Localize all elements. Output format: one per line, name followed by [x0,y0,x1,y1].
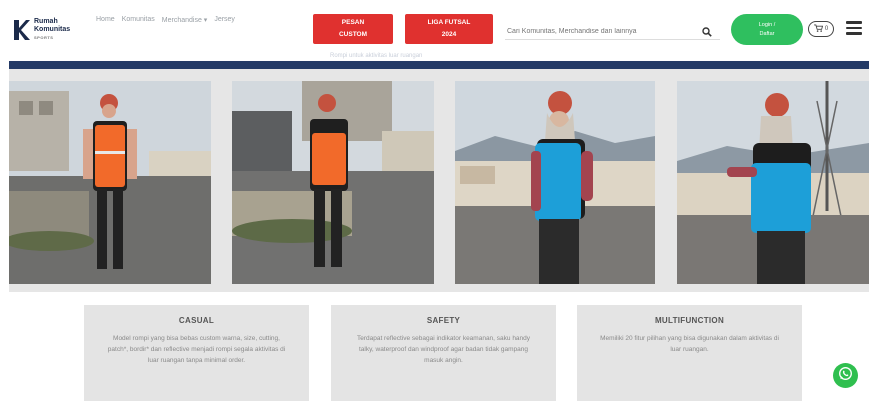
nav-item-home[interactable]: Home [96,16,115,24]
logo-tagline: SPORTS [34,35,54,40]
feature-description: Memiliki 20 fitur pilihan yang bisa digu… [600,335,779,353]
pesan-custom-button[interactable]: PESAN CUSTOM [313,14,393,44]
logo-line1: Rumah [34,18,58,25]
feature-card-casual: CASUAL Model rompi yang bisa bebas custo… [84,305,309,401]
band-caption: Rompi untuk aktivitas luar ruangan [330,53,423,59]
feature-title: SAFETY [426,316,461,325]
product-photo-orange-back [232,81,434,284]
feature-title: CASUAL [178,316,215,325]
product-photo-blue-side [455,81,655,284]
cart-count: 0 [824,26,829,32]
nav-item-jersey[interactable]: Jersey [214,16,235,24]
login-button[interactable]: Login / Daftar [731,14,803,45]
feature-card-safety: SAFETY Terdapat reflective sebagai indik… [331,305,556,401]
liga-futsal-button[interactable]: LIGA FUTSAL 2024 [405,14,493,44]
search-input[interactable] [505,22,695,41]
feature-card-multifunction: MULTIFUNCTION Memiliki 20 fitur pilihan … [577,305,802,401]
cart-button[interactable]: 0 [808,21,834,37]
product-photo-blue-back [677,81,869,284]
nav-item-merchandise[interactable]: Merchandise ▾ [162,16,208,24]
whatsapp-icon [838,366,853,386]
feature-title: MULTIFUNCTION [654,316,725,325]
product-photo-orange-front [9,81,211,284]
hero-band [9,61,869,69]
nav-item-komunitas[interactable]: Komunitas [122,16,155,24]
menu-icon[interactable] [846,21,862,35]
search-bar [505,20,720,41]
logo-mark-icon [12,19,30,41]
search-icon[interactable] [702,24,712,37]
cart-icon [813,24,823,34]
feature-description: Terdapat reflective sebagai indikator ke… [356,335,531,364]
main-nav: Home Komunitas Merchandise ▾ Jersey [96,16,235,24]
site-logo[interactable]: Rumah Komunitas SPORTS [12,17,92,43]
logo-line2: Komunitas [34,26,71,33]
whatsapp-button[interactable] [833,363,858,388]
site-header: Rumah Komunitas SPORTS Home Komunitas Me… [0,0,869,60]
feature-description: Model rompi yang bisa bebas custom warna… [107,335,286,364]
